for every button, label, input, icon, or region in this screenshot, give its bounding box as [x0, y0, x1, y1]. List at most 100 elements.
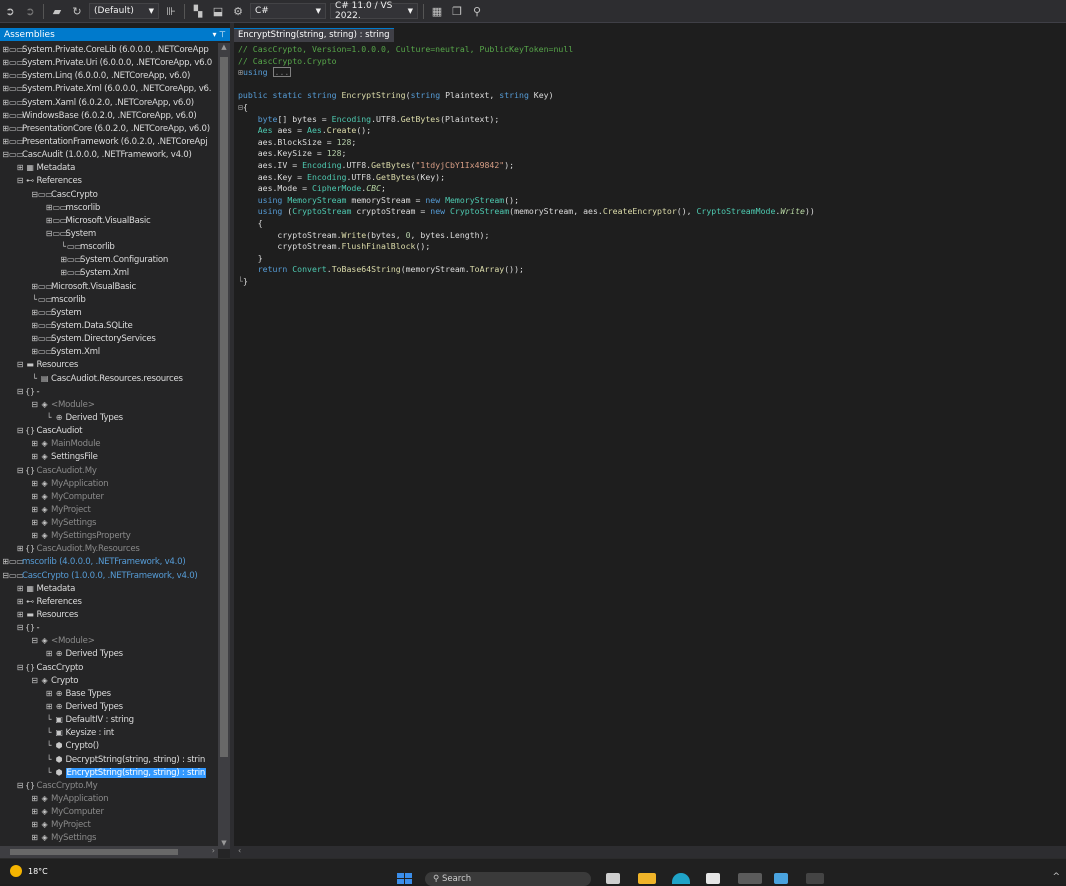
tree-node[interactable]: ⊞ ◈ MySettings — [0, 831, 218, 844]
tree-node[interactable]: └ ⊕ Derived Types — [0, 411, 218, 424]
expand-icon[interactable]: ⊞ — [2, 135, 9, 148]
tree-node[interactable]: ⊞ ◈ MainModule — [0, 437, 218, 450]
tree-node[interactable]: ⊞ ⊷ References — [0, 595, 218, 608]
notepad-icon[interactable] — [774, 873, 788, 884]
filter-icon[interactable]: ⊪ — [163, 3, 179, 19]
tree-node[interactable]: └ ⬢ Crypto() — [0, 739, 218, 752]
expand-icon[interactable]: ⊞ — [31, 831, 38, 844]
tree-node[interactable]: ⊟ ◈ <Module> — [0, 634, 218, 647]
expand-icon[interactable]: ⊞ — [2, 69, 9, 82]
scroll-down-icon[interactable]: ▼ — [218, 839, 230, 849]
tree-node[interactable]: ⊞▭▭WindowsBase (6.0.2.0, .NETCoreApp, v6… — [0, 109, 218, 122]
forward-icon[interactable]: ➲ — [22, 3, 38, 19]
collapse-icon[interactable]: ⊟ — [46, 227, 53, 240]
expand-icon[interactable]: ⊞ — [31, 503, 38, 516]
tree-node[interactable]: ⊞▭▭Microsoft.VisualBasic — [0, 214, 218, 227]
back-icon[interactable]: ➲ — [2, 3, 18, 19]
expand-icon[interactable]: ⊞ — [17, 582, 24, 595]
tree-node[interactable]: ⊞{} CascAudiot.My.Resources — [0, 542, 218, 555]
tree-node[interactable]: └ ⬢ DecryptString(string, string) : strin — [0, 753, 218, 766]
tree-node[interactable]: ⊟ ▬ Resources — [0, 358, 218, 371]
copy-icon[interactable]: ❐ — [449, 3, 465, 19]
collapse-icon[interactable]: ⊟ — [2, 569, 9, 582]
collapsed-region[interactable]: ... — [272, 67, 292, 78]
language-dropdown[interactable]: C# ▼ — [250, 3, 326, 19]
tree-node[interactable]: ⊞▭▭Microsoft.VisualBasic — [0, 280, 218, 293]
editor-horizontal-scrollbar[interactable]: ‹ — [234, 846, 1066, 858]
chevron-up-icon[interactable]: ^ — [1052, 872, 1060, 882]
tree-node[interactable]: ⊞ ◈ MySettingsProperty — [0, 529, 218, 542]
expand-icon[interactable]: ⊞ — [17, 161, 24, 174]
tree-node[interactable]: ⊞▭▭System.Xml — [0, 266, 218, 279]
tree-node[interactable]: ⊞ ◈ MyComputer — [0, 490, 218, 503]
tree-node[interactable]: ⊞▭▭System.Private.Xml (6.0.0.0, .NETCore… — [0, 82, 218, 95]
tree-node[interactable]: └ ▣ Keysize : int — [0, 726, 218, 739]
scroll-left-icon[interactable]: ‹ — [238, 846, 241, 855]
tree-node[interactable]: ⊞ ▦ Metadata — [0, 582, 218, 595]
expand-icon[interactable]: ⊞ — [17, 608, 24, 621]
expand-icon[interactable]: ⊞ — [31, 490, 38, 503]
collapse-icon[interactable]: ⊟ — [17, 385, 24, 398]
tree-node[interactable]: ⊞ ◈ MyProject — [0, 818, 218, 831]
tree-node[interactable]: ⊞▭▭System.Private.Uri (6.0.0.0, .NETCore… — [0, 56, 218, 69]
expand-icon[interactable]: ⊞ — [31, 345, 38, 358]
tree-node[interactable]: ⊞▭▭System.Xml — [0, 345, 218, 358]
tree-node[interactable]: ⊟ ◈ <Module> — [0, 398, 218, 411]
tree-node[interactable]: ⊟{} CascCrypto — [0, 661, 218, 674]
dock-icon[interactable]: ⬓ — [210, 3, 226, 19]
terminal-icon[interactable] — [806, 873, 824, 884]
expand-icon[interactable]: ⊞ — [31, 332, 38, 345]
expand-icon[interactable]: ⊞ — [31, 437, 38, 450]
expand-icon[interactable]: ⊞ — [31, 450, 38, 463]
tree-node[interactable]: ⊞▭▭mscorlib — [0, 201, 218, 214]
collapse-icon[interactable]: ⊟ — [17, 661, 24, 674]
tree-node[interactable]: ⊞▭▭PresentationCore (6.0.2.0, .NETCoreAp… — [0, 122, 218, 135]
expand-icon[interactable]: ⊞ — [2, 43, 9, 56]
tree-node[interactable]: ⊟▭▭CascCrypto — [0, 188, 218, 201]
expand-icon[interactable]: ⊞ — [46, 201, 53, 214]
tree-node[interactable]: ⊟{} CascCrypto.My — [0, 779, 218, 792]
language-filter-dropdown[interactable]: (Default) ▼ — [89, 3, 159, 19]
tree-node[interactable]: └▭▭mscorlib — [0, 240, 218, 253]
expand-icon[interactable]: ⊞ — [46, 647, 53, 660]
scrollbar-thumb[interactable] — [10, 849, 178, 855]
tree-node[interactable]: ⊞ ◈ MySettings — [0, 516, 218, 529]
taskbar-search-box[interactable]: ⚲ Search — [425, 872, 591, 886]
tree-node[interactable]: ⊞ ▬ Resources — [0, 608, 218, 621]
collapse-icon[interactable]: ⊟ — [17, 779, 24, 792]
code-view[interactable]: // CascCrypto, Version=1.0.0.0, Culture=… — [238, 44, 815, 287]
tree-node[interactable]: ⊞ ⊕ Derived Types — [0, 700, 218, 713]
tree-node[interactable]: ⊟{} CascAudiot — [0, 424, 218, 437]
collapse-icon[interactable]: ⊟ — [17, 464, 24, 477]
windows-start-icon[interactable] — [397, 873, 413, 884]
collapse-icon[interactable]: ⊟ — [31, 674, 38, 687]
expand-icon[interactable]: ⊞ — [46, 687, 53, 700]
tree-node[interactable]: ⊞▭▭System.Data.SQLite — [0, 319, 218, 332]
settings-icon[interactable]: ⚙ — [230, 3, 246, 19]
expand-icon[interactable]: ⊞ — [46, 214, 53, 227]
file-explorer-icon[interactable] — [638, 873, 656, 884]
tree-node[interactable]: ⊞ ⊕ Base Types — [0, 687, 218, 700]
task-view-icon[interactable] — [606, 873, 620, 884]
tree-horizontal-scrollbar[interactable]: › — [0, 846, 218, 858]
tree-node[interactable]: ⊟{} - — [0, 385, 218, 398]
tree-node[interactable]: ⊟ ⊷ References — [0, 174, 218, 187]
tree-node[interactable]: ⊞▭▭PresentationFramework (6.0.2.0, .NETC… — [0, 135, 218, 148]
collapse-icon[interactable]: ⊟ — [31, 634, 38, 647]
tree-node[interactable]: ⊞ ⊕ Derived Types — [0, 647, 218, 660]
tree-node[interactable]: └ ⬢ EncryptString(string, string) : strin — [0, 766, 218, 779]
tree-node[interactable]: ⊞ ◈ MyProject — [0, 503, 218, 516]
code-editor[interactable]: EncryptString(string, string) : string /… — [234, 28, 1066, 858]
tree-node[interactable]: ⊞▭▭System.DirectoryServices — [0, 332, 218, 345]
tree-node[interactable]: ⊞▭▭System — [0, 306, 218, 319]
tree-node[interactable]: ⊟{} - — [0, 621, 218, 634]
expand-icon[interactable]: ⊞ — [2, 109, 9, 122]
pin-icon[interactable]: ▾ ⊤ — [212, 30, 226, 39]
expand-icon[interactable]: ⊞ — [31, 529, 38, 542]
tree-node[interactable]: ⊞▭▭System.Private.CoreLib (6.0.0.0, .NET… — [0, 43, 218, 56]
scrollbar-thumb[interactable] — [220, 57, 228, 757]
tab-encryptstring[interactable]: EncryptString(string, string) : string — [234, 28, 394, 42]
expand-icon[interactable]: ⊞ — [31, 805, 38, 818]
tree-node[interactable]: ⊞ ▦ Metadata — [0, 161, 218, 174]
app-icon[interactable] — [738, 873, 762, 884]
